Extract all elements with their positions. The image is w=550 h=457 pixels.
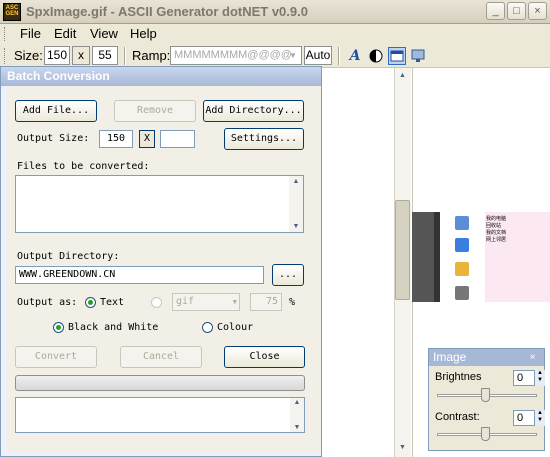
colour-label: Colour [217, 322, 254, 333]
remove-button[interactable]: Remove [114, 100, 196, 122]
chevron-down-icon[interactable]: ▼ [233, 294, 237, 310]
image-format-select[interactable]: gif ▼ [172, 293, 240, 311]
image-quality-input[interactable]: 75 [250, 293, 282, 311]
percent-label: % [289, 297, 296, 308]
files-list[interactable]: ▲ ▼ [15, 175, 304, 233]
brightness-stepper[interactable]: ▲ ▼ [534, 370, 545, 386]
output-directory-input[interactable]: WWW.GREENDOWN.CN [15, 266, 264, 284]
menu-view[interactable]: View [90, 26, 118, 41]
image-radio[interactable] [151, 297, 162, 308]
log-box-scrollbar[interactable]: ▲ ▼ [290, 398, 304, 432]
menu-file[interactable]: File [20, 26, 41, 41]
dialog-body: Add File... Remove Add Directory... Outp… [7, 86, 321, 452]
recycle-bin-icon [455, 286, 469, 300]
add-directory-button[interactable]: Add Directory... [203, 100, 304, 122]
close-button[interactable]: × [528, 2, 547, 20]
scroll-down-icon[interactable]: ▼ [395, 440, 410, 455]
browse-button[interactable]: ... [272, 264, 304, 286]
image-format-value: gif [176, 296, 195, 307]
black-and-white-radio[interactable] [53, 322, 64, 333]
thumb-label: 网上邻居 [486, 237, 507, 243]
cancel-button[interactable]: Cancel [120, 346, 202, 368]
output-width-input[interactable]: 150 [99, 130, 133, 148]
close-dialog-button[interactable]: Close [224, 346, 305, 368]
dialog-title[interactable]: Batch Conversion [1, 67, 321, 86]
size-x-button[interactable]: x [72, 46, 90, 65]
folder-icon [455, 262, 469, 276]
auto-button[interactable]: Auto [304, 46, 332, 65]
close-icon[interactable]: × [526, 351, 539, 364]
output-as-label: Output as: [17, 297, 78, 308]
maximize-button[interactable]: □ [507, 2, 526, 20]
output-height-input[interactable] [160, 130, 195, 148]
ramp-label: Ramp: [132, 48, 171, 63]
contrast-slider-thumb[interactable] [481, 427, 490, 441]
log-box[interactable]: ▲ ▼ [15, 397, 305, 433]
convert-button[interactable]: Convert [15, 346, 97, 368]
brightness-label: Brightnes [435, 371, 482, 383]
contrast-label: Contrast: [435, 411, 480, 423]
menu-grip [4, 27, 6, 41]
preview-thumbnail-dark [412, 212, 434, 302]
toolbar-grip [4, 48, 6, 64]
files-label: Files to be converted: [17, 161, 150, 172]
ie-icon [455, 238, 469, 252]
colour-radio[interactable] [202, 322, 213, 333]
thumb-label: 我的电脑 [486, 216, 507, 222]
ramp-value: MMMMMMMM@@@@ [174, 49, 292, 61]
toolbar-separator [124, 47, 126, 65]
chevron-down-icon[interactable]: ▼ [286, 47, 300, 64]
width-input[interactable]: 150 [44, 46, 70, 65]
text-radio[interactable] [85, 297, 96, 308]
output-directory-label: Output Directory: [17, 251, 120, 262]
files-list-scrollbar[interactable]: ▲ ▼ [289, 176, 303, 232]
title-bar[interactable]: ASC GEN SpxImage.gif - ASCII Generator d… [0, 0, 550, 24]
text-option-label: Text [100, 297, 125, 308]
display-icon[interactable] [388, 47, 406, 65]
menu-edit[interactable]: Edit [54, 26, 76, 41]
minimize-button[interactable]: _ [486, 2, 505, 20]
ramp-select[interactable]: MMMMMMMM@@@@ ▼ [170, 46, 302, 65]
menu-help[interactable]: Help [130, 26, 157, 41]
thumb-label: 回收站 [486, 223, 502, 229]
output-size-label: Output Size: [17, 133, 90, 144]
scroll-up-icon[interactable]: ▲ [395, 68, 410, 83]
font-icon[interactable]: A [346, 47, 364, 65]
add-file-button[interactable]: Add File... [15, 100, 97, 122]
window-title: SpxImage.gif - ASCII Generator dotNET v0… [26, 4, 308, 19]
contrast-stepper[interactable]: ▲ ▼ [534, 410, 545, 426]
menu-bar: File Edit View Help [0, 24, 550, 44]
monitor-icon[interactable] [409, 47, 427, 65]
contrast-icon[interactable] [367, 47, 385, 65]
toolbar-separator [338, 47, 340, 65]
preview-thumbnail-taskbar [434, 212, 440, 302]
computer-icon [455, 216, 469, 230]
brightness-slider-thumb[interactable] [481, 388, 490, 402]
toolbar: Size: 150 x 55 Ramp: MMMMMMMM@@@@ ▼ Auto… [0, 44, 550, 68]
image-panel: Image × Brightnes 0 ▲ ▼ Contrast: 0 ▲ ▼ [428, 348, 545, 451]
scrollbar-thumb[interactable] [395, 200, 410, 300]
size-label: Size: [14, 48, 43, 63]
height-input[interactable]: 55 [92, 46, 118, 65]
progress-bar [15, 375, 305, 391]
black-and-white-label: Black and White [68, 322, 159, 333]
output-x-button[interactable]: X [139, 130, 155, 148]
batch-conversion-dialog: Batch Conversion Add File... Remove Add … [0, 66, 322, 457]
app-icon: ASC GEN [3, 3, 21, 21]
thumb-label: 我的文档 [486, 230, 507, 236]
settings-button[interactable]: Settings... [224, 128, 304, 150]
